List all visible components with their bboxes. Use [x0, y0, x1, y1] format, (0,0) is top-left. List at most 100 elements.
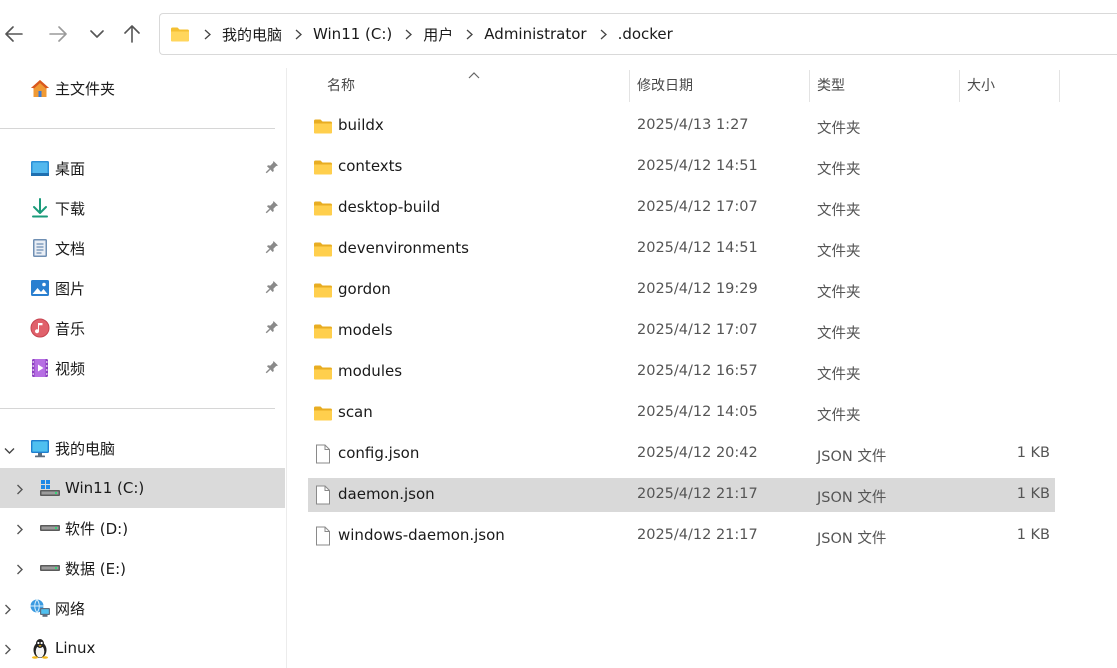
file-row[interactable]: buildx 2025/4/13 1:27 文件夹	[308, 109, 1055, 143]
video-icon	[29, 357, 51, 379]
file-modified-date: 2025/4/12 19:29	[637, 281, 758, 297]
chevron-right-icon	[204, 29, 211, 40]
computer-icon	[29, 437, 51, 459]
picture-icon	[29, 277, 51, 299]
sidebar-item-pictures[interactable]: 图片	[0, 268, 285, 308]
column-header-date[interactable]: 修改日期	[637, 68, 693, 102]
file-name: buildx	[338, 116, 384, 134]
file-name: models	[338, 321, 393, 339]
file-row[interactable]: desktop-build 2025/4/12 17:07 文件夹	[308, 191, 1055, 225]
breadcrumb-administrator[interactable]: Administrator	[484, 25, 586, 43]
forward-button[interactable]	[44, 20, 72, 48]
file-name: daemon.json	[338, 485, 435, 503]
file-row[interactable]: config.json 2025/4/12 20:42 JSON 文件 1 KB	[308, 437, 1055, 471]
file-modified-date: 2025/4/12 14:05	[637, 404, 758, 420]
address-bar[interactable]: 我的电脑 Win11 (C:) 用户 Administrator .docker	[159, 13, 1117, 55]
breadcrumb-c-drive[interactable]: Win11 (C:)	[313, 25, 392, 43]
file-row[interactable]: daemon.json 2025/4/12 21:17 JSON 文件 1 KB	[308, 478, 1055, 512]
sidebar-item-drive-d[interactable]: 软件 (D:)	[0, 508, 285, 548]
folder-icon	[313, 279, 333, 301]
sidebar-item-label: 图片	[55, 279, 86, 298]
chevron-right-icon[interactable]	[4, 641, 12, 659]
breadcrumb-users[interactable]: 用户	[423, 24, 453, 45]
breadcrumb-my-computer[interactable]: 我的电脑	[222, 24, 282, 45]
column-divider[interactable]	[959, 70, 960, 102]
file-row[interactable]: gordon 2025/4/12 19:29 文件夹	[308, 273, 1055, 307]
sidebar-item-music[interactable]: 音乐	[0, 308, 285, 348]
file-modified-date: 2025/4/12 21:17	[637, 527, 758, 543]
linux-icon	[29, 637, 51, 659]
windows-drive-icon	[39, 477, 61, 499]
file-modified-date: 2025/4/12 16:57	[637, 363, 758, 379]
folder-icon	[313, 115, 333, 137]
chevron-right-icon[interactable]	[16, 521, 24, 539]
divider	[0, 408, 275, 409]
chevron-right-icon[interactable]	[16, 481, 24, 499]
file-icon	[313, 484, 333, 506]
sidebar-item-videos[interactable]: 视频	[0, 348, 285, 388]
sidebar-item-desktop[interactable]: 桌面	[0, 148, 285, 188]
sidebar-item-label: Linux	[55, 639, 96, 657]
file-type: JSON 文件	[817, 490, 887, 506]
sidebar-item-drive-e[interactable]: 数据 (E:)	[0, 548, 285, 588]
column-divider[interactable]	[1059, 70, 1060, 102]
column-header-size[interactable]: 大小	[967, 68, 995, 102]
arrow-up-icon	[124, 25, 140, 43]
file-size: 1 KB	[1016, 445, 1050, 461]
file-row[interactable]: scan 2025/4/12 14:05 文件夹	[308, 396, 1055, 430]
column-divider[interactable]	[809, 70, 810, 102]
chevron-down-icon	[90, 29, 104, 38]
desktop-icon	[29, 157, 51, 179]
breadcrumb-docker[interactable]: .docker	[618, 25, 673, 43]
drive-icon	[39, 557, 61, 579]
sidebar-item-label: 软件 (D:)	[65, 519, 129, 538]
file-row[interactable]: models 2025/4/12 17:07 文件夹	[308, 314, 1055, 348]
file-row[interactable]: windows-daemon.json 2025/4/12 21:17 JSON 文…	[308, 519, 1055, 553]
sidebar-item-network[interactable]: 网络	[0, 588, 285, 628]
file-type: 文件夹	[817, 408, 861, 424]
folder-icon	[313, 197, 333, 219]
folder-icon	[313, 156, 333, 178]
document-icon	[29, 237, 51, 259]
file-icon	[313, 443, 333, 465]
back-button[interactable]	[0, 20, 28, 48]
chevron-right-icon[interactable]	[4, 601, 12, 619]
file-name: gordon	[338, 280, 391, 298]
sidebar-item-drive-c[interactable]: Win11 (C:)	[0, 468, 285, 508]
sidebar-item-home[interactable]: 主文件夹	[0, 68, 285, 108]
recent-locations-button[interactable]	[83, 20, 111, 48]
file-type: 文件夹	[817, 367, 861, 383]
pin-icon	[265, 200, 279, 218]
sidebar-item-my-computer[interactable]: 我的电脑	[0, 428, 285, 468]
chevron-down-icon[interactable]	[4, 441, 15, 459]
chevron-right-icon[interactable]	[16, 561, 24, 579]
sort-ascending-icon	[468, 65, 480, 83]
folder-icon	[313, 320, 333, 342]
chevron-right-icon	[405, 29, 413, 40]
file-type: 文件夹	[817, 326, 861, 342]
column-divider[interactable]	[629, 70, 630, 102]
file-row[interactable]: contexts 2025/4/12 14:51 文件夹	[308, 150, 1055, 184]
sidebar-item-linux[interactable]: Linux	[0, 628, 285, 668]
sidebar-item-documents[interactable]: 文档	[0, 228, 285, 268]
file-type: 文件夹	[817, 162, 861, 178]
up-button[interactable]	[118, 20, 146, 48]
file-type: 文件夹	[817, 203, 861, 219]
pin-icon	[265, 240, 279, 258]
file-modified-date: 2025/4/12 17:07	[637, 199, 758, 215]
column-header-type[interactable]: 类型	[817, 68, 845, 102]
home-icon	[29, 77, 51, 99]
sidebar-item-label: 桌面	[55, 159, 86, 178]
arrow-right-icon	[49, 26, 67, 42]
file-list-view: 名称 修改日期 类型 大小 buildx 2025/4/13 1:27 文件夹 con…	[287, 68, 1117, 668]
sidebar-item-label: 主文件夹	[55, 79, 116, 98]
file-modified-date: 2025/4/12 14:51	[637, 158, 758, 174]
file-name: windows-daemon.json	[338, 526, 505, 544]
file-row[interactable]: devenvironments 2025/4/12 14:51 文件夹	[308, 232, 1055, 266]
file-row[interactable]: modules 2025/4/12 16:57 文件夹	[308, 355, 1055, 389]
file-size: 1 KB	[1016, 527, 1050, 543]
file-name: scan	[338, 403, 373, 421]
sidebar-item-label: 视频	[55, 359, 86, 378]
column-header-name[interactable]: 名称	[327, 68, 355, 102]
sidebar-item-downloads[interactable]: 下载	[0, 188, 285, 228]
